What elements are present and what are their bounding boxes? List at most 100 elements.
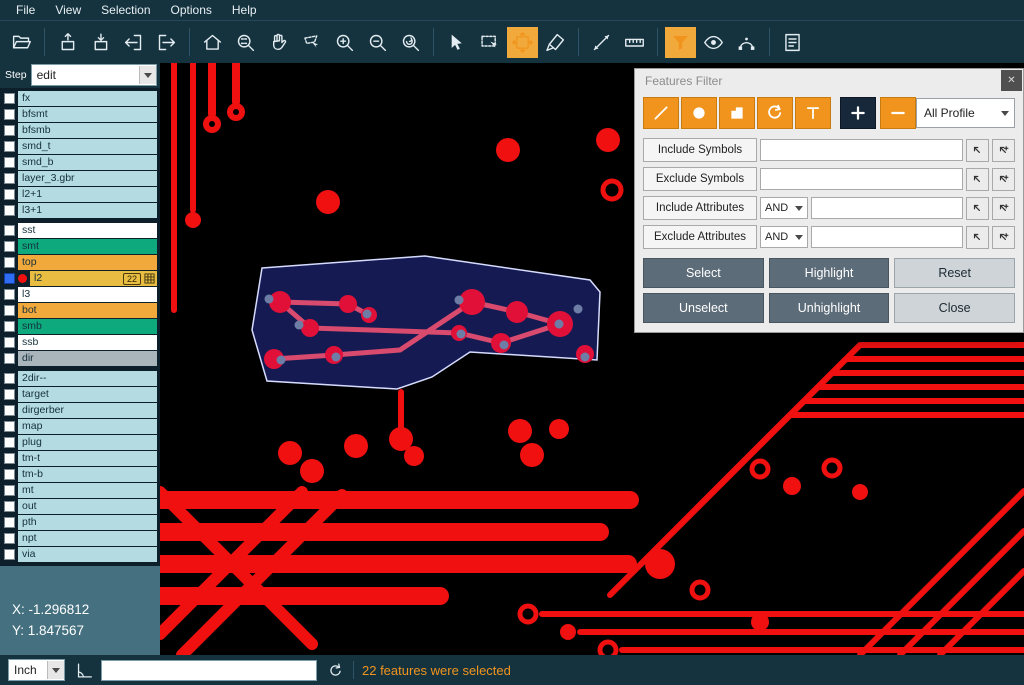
layer-checkbox[interactable]: [4, 353, 15, 364]
pick-symbol-add-icon[interactable]: [992, 168, 1015, 191]
layer-row-map[interactable]: map: [2, 419, 157, 434]
layer-checkbox[interactable]: [4, 225, 15, 236]
pick-symbol-icon[interactable]: [966, 168, 989, 191]
exclude-symbols-button[interactable]: Exclude Symbols: [643, 167, 757, 191]
step-select[interactable]: edit: [31, 64, 157, 86]
include-attributes-input[interactable]: [811, 197, 963, 219]
layer-checkbox[interactable]: [4, 337, 15, 348]
layer-checkbox[interactable]: [4, 93, 15, 104]
menu-item-view[interactable]: View: [45, 0, 91, 20]
polygon-tool-button[interactable]: [719, 97, 755, 129]
layer-checkbox[interactable]: [4, 405, 15, 416]
pan-icon[interactable]: [263, 27, 294, 58]
layer-checkbox[interactable]: [4, 485, 15, 496]
layer-checkbox[interactable]: [4, 109, 15, 120]
layer-row-plug[interactable]: plug: [2, 435, 157, 450]
board-export-up-icon[interactable]: [52, 27, 83, 58]
exclude-attributes-op-select[interactable]: AND: [760, 226, 808, 248]
highlight-button[interactable]: Highlight: [769, 258, 890, 288]
dialog-titlebar[interactable]: Features Filter ✕: [635, 69, 1023, 93]
zoom-area-icon[interactable]: [230, 27, 261, 58]
line-tool-button[interactable]: [643, 97, 679, 129]
include-attributes-op-select[interactable]: AND: [760, 197, 808, 219]
layer-row-l2+1[interactable]: l2+1: [2, 187, 157, 202]
pcb-viewport[interactable]: Features Filter ✕ All Profile Include Sy…: [160, 62, 1024, 655]
rect-select-icon[interactable]: [474, 27, 505, 58]
layer-checkbox[interactable]: [4, 125, 15, 136]
layer-row-smd_b[interactable]: smd_b: [2, 155, 157, 170]
layer-checkbox[interactable]: [4, 173, 15, 184]
board-import-down-icon[interactable]: [85, 27, 116, 58]
layer-row-target[interactable]: target: [2, 387, 157, 402]
layer-row-smd_t[interactable]: smd_t: [2, 139, 157, 154]
layer-row-smb[interactable]: smb: [2, 319, 157, 334]
ruler-icon[interactable]: [619, 27, 650, 58]
menu-item-options[interactable]: Options: [161, 0, 222, 20]
filter-icon[interactable]: [665, 27, 696, 58]
layer-checkbox[interactable]: [4, 549, 15, 560]
layer-checkbox[interactable]: [4, 141, 15, 152]
exclude-symbols-input[interactable]: [760, 168, 963, 190]
zoom-out-icon[interactable]: [362, 27, 393, 58]
zoom-reset-icon[interactable]: [395, 27, 426, 58]
pointer-icon[interactable]: [441, 27, 472, 58]
exclude-attributes-input[interactable]: [811, 226, 963, 248]
layer-row-out[interactable]: out: [2, 499, 157, 514]
layer-checkbox[interactable]: [4, 469, 15, 480]
layer-row-ssb[interactable]: ssb: [2, 335, 157, 350]
pick-attribute-icon[interactable]: [966, 197, 989, 220]
layer-checkbox[interactable]: [4, 517, 15, 528]
unhighlight-button[interactable]: Unhighlight: [769, 293, 890, 323]
layer-row-dirgerber[interactable]: dirgerber: [2, 403, 157, 418]
layer-row-tm-t[interactable]: tm-t: [2, 451, 157, 466]
layer-checkbox[interactable]: [4, 453, 15, 464]
pick-attribute-icon[interactable]: [966, 226, 989, 249]
pick-symbol-icon[interactable]: [966, 139, 989, 162]
open-file-icon[interactable]: [6, 27, 37, 58]
home-view-icon[interactable]: [197, 27, 228, 58]
exclude-attributes-button[interactable]: Exclude Attributes: [643, 225, 757, 249]
layer-row-l2[interactable]: l222: [2, 271, 157, 286]
lasso-select-icon[interactable]: [296, 27, 327, 58]
measure-icon[interactable]: [586, 27, 617, 58]
zoom-in-icon[interactable]: [329, 27, 360, 58]
paint-icon[interactable]: [540, 27, 571, 58]
layer-checkbox[interactable]: [4, 157, 15, 168]
text-tool-button[interactable]: [795, 97, 831, 129]
include-symbols-input[interactable]: [760, 139, 963, 161]
snap-angle-icon[interactable]: [73, 660, 93, 680]
layer-checkbox[interactable]: [4, 241, 15, 252]
layer-row-pth[interactable]: pth: [2, 515, 157, 530]
layer-grid-icon[interactable]: [144, 273, 155, 284]
layer-row-2dir--[interactable]: 2dir--: [2, 371, 157, 386]
layer-checkbox[interactable]: [4, 305, 15, 316]
layer-row-l3[interactable]: l3: [2, 287, 157, 302]
layer-row-layer_3.gbr[interactable]: layer_3.gbr: [2, 171, 157, 186]
transform-select-icon[interactable]: [507, 27, 538, 58]
refresh-icon[interactable]: [325, 660, 345, 680]
profile-select[interactable]: All Profile: [916, 98, 1015, 128]
units-select[interactable]: Inch: [8, 659, 65, 681]
reset-button[interactable]: Reset: [894, 258, 1015, 288]
pad-tool-button[interactable]: [681, 97, 717, 129]
import-left-icon[interactable]: [118, 27, 149, 58]
layer-checkbox[interactable]: [4, 389, 15, 400]
layer-checkbox[interactable]: [4, 437, 15, 448]
layer-checkbox[interactable]: [4, 273, 15, 284]
view-options-icon[interactable]: [698, 27, 729, 58]
command-input[interactable]: [101, 660, 317, 681]
pick-attribute-add-icon[interactable]: [992, 197, 1015, 220]
layer-checkbox[interactable]: [4, 421, 15, 432]
report-icon[interactable]: [777, 27, 808, 58]
chevron-down-icon[interactable]: [139, 66, 156, 84]
menu-item-file[interactable]: File: [6, 0, 45, 20]
include-attributes-button[interactable]: Include Attributes: [643, 196, 757, 220]
layer-row-sst[interactable]: sst: [2, 223, 157, 238]
layer-row-bot[interactable]: bot: [2, 303, 157, 318]
layer-checkbox[interactable]: [4, 257, 15, 268]
add-filter-button[interactable]: [840, 97, 876, 129]
layer-row-dir[interactable]: dir: [2, 351, 157, 366]
layer-row-l3+1[interactable]: l3+1: [2, 203, 157, 218]
chevron-down-icon[interactable]: [47, 661, 64, 679]
menu-item-help[interactable]: Help: [222, 0, 267, 20]
